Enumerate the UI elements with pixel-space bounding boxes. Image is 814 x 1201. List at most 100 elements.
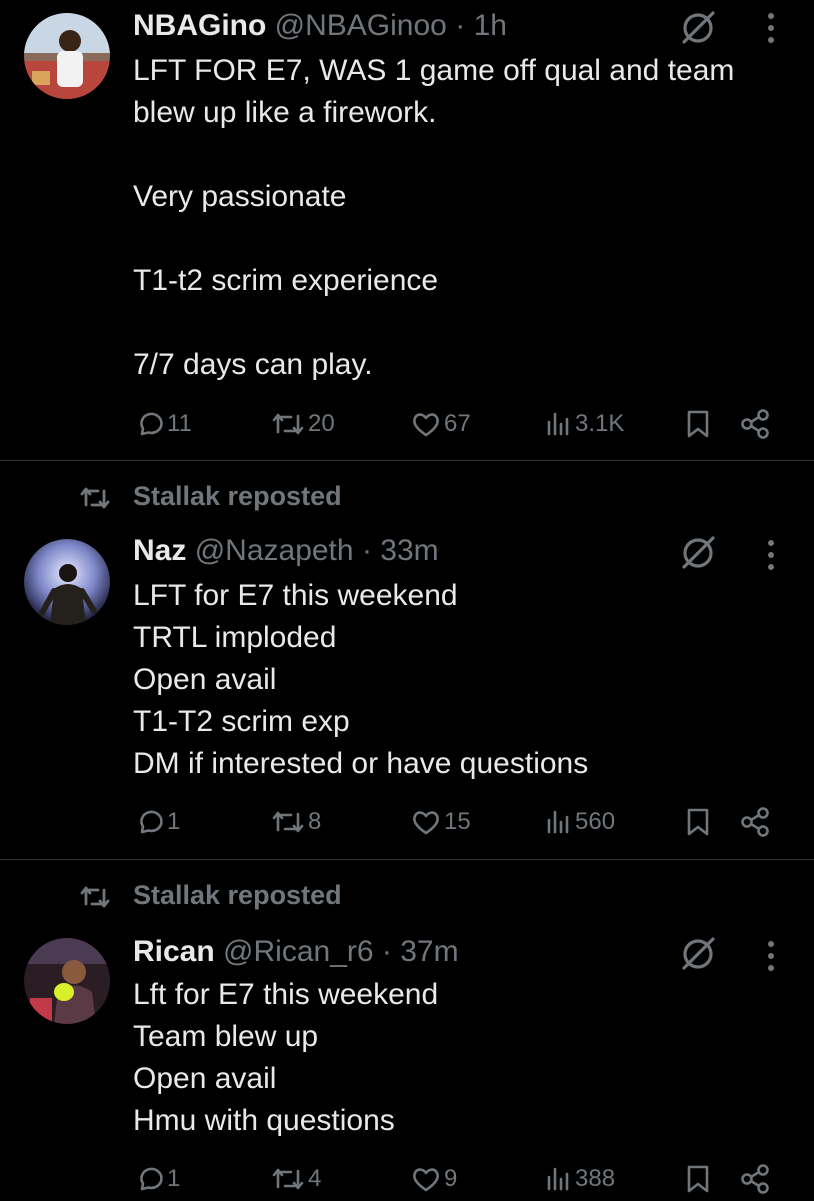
repost-context: Stallak reposted [0,477,814,517]
tweet-line: T1-t2 scrim experience [133,264,439,297]
reply-count: 1 [167,1165,181,1192]
views-icon [547,1167,569,1191]
tweet-line: Very passionate [133,180,347,213]
tweet-line: Hmu with questions [133,1104,395,1137]
repost-context: Stallak reposted [0,876,814,916]
tweet-line: LFT for E7 this weekend [133,579,458,612]
repost-icon [272,811,304,833]
reply-button[interactable]: 11 [133,402,192,446]
repost-icon [80,487,110,509]
heart-icon [413,413,439,437]
share-icon [741,807,769,837]
tweet-line [133,134,783,176]
timestamp[interactable]: 37m [400,935,458,968]
more-icon[interactable] [754,8,788,48]
views-button[interactable]: 560 [545,800,615,844]
more-icon[interactable] [754,936,788,976]
heart-icon [413,811,439,835]
like-button[interactable]: 15 [410,800,471,844]
bookmark-button[interactable] [684,1157,712,1201]
like-button[interactable]: 9 [410,1157,457,1201]
tweet-2[interactable]: Stallak reposted Naz @Nazapeth · 33m LFT… [0,461,814,859]
avatar[interactable] [24,13,110,99]
grok-icon[interactable] [676,8,722,48]
views-button[interactable]: 388 [545,1157,615,1201]
reply-count: 11 [167,410,192,437]
repost-button[interactable]: 4 [270,1157,321,1201]
action-bar: 1 8 15 560 [0,800,814,844]
views-button[interactable]: 3.1K [545,402,624,446]
repost-button[interactable]: 20 [270,402,335,446]
tweet-line: DM if interested or have questions [133,747,589,780]
display-name[interactable]: Rican [133,935,215,968]
like-button[interactable]: 67 [410,402,471,446]
avatar[interactable] [24,938,110,1024]
repost-icon [272,413,304,435]
reposted-by[interactable]: Stallak reposted [133,481,342,512]
reply-icon [140,810,163,834]
tweet-line: LFT FOR E7, WAS 1 game off qual and team [133,54,735,87]
tweet-text: Lft for E7 this weekend Team blew up Ope… [133,974,783,1142]
tweet-text: LFT FOR E7, WAS 1 game off qual and team… [133,50,783,386]
timestamp[interactable]: 1h [474,9,507,42]
view-count: 3.1K [575,410,625,437]
grok-icon[interactable] [676,934,722,974]
separator: · [361,534,372,567]
tweet-line: Open avail [133,663,277,696]
tweet-line: 7/7 days can play. [133,348,373,381]
repost-count: 8 [308,808,322,835]
tweet-header: Naz @Nazapeth · 33m [133,531,439,571]
reply-button[interactable]: 1 [133,1157,180,1201]
user-handle[interactable]: @Rican_r6 [223,935,374,968]
separator: · [455,9,466,42]
tweet-1[interactable]: NBAGino @NBAGinoo · 1h LFT FOR E7, WAS 1… [0,0,814,460]
view-count: 560 [575,808,616,835]
bookmark-button[interactable] [684,800,712,844]
action-bar: 11 20 67 3.1K [0,402,814,446]
repost-icon [272,1168,304,1190]
share-icon [741,1164,769,1194]
tweet-line [133,218,783,260]
tweet-line: Team blew up [133,1020,319,1053]
grok-icon[interactable] [676,533,722,573]
display-name[interactable]: Naz [133,534,186,567]
tweet-3[interactable]: Stallak reposted Rican @Rican_r6 · 37m L… [0,860,814,1200]
action-bar: 1 4 9 388 [0,1157,814,1201]
like-count: 67 [444,410,471,437]
tweet-header: NBAGino @NBAGinoo · 1h [133,6,507,46]
tweet-line: Open avail [133,1062,277,1095]
tweet-header: Rican @Rican_r6 · 37m [133,932,459,972]
timestamp[interactable]: 33m [380,534,438,567]
share-button[interactable] [738,1157,772,1201]
bookmark-icon [687,1165,709,1193]
reply-button[interactable]: 1 [133,800,180,844]
repost-icon [80,886,110,908]
view-count: 388 [575,1165,616,1192]
user-handle[interactable]: @NBAGinoo [275,9,447,42]
share-button[interactable] [738,402,772,446]
tweet-text: LFT for E7 this weekend TRTL imploded Op… [133,575,783,785]
repost-count: 20 [308,410,335,437]
bookmark-button[interactable] [684,402,712,446]
views-icon [547,810,569,834]
more-icon[interactable] [754,535,788,575]
separator: · [381,935,392,968]
tweet-line: TRTL imploded [133,621,337,654]
reply-count: 1 [167,808,181,835]
bookmark-icon [687,808,709,836]
share-icon [741,409,769,439]
repost-count: 4 [308,1165,322,1192]
repost-button[interactable]: 8 [270,800,321,844]
avatar[interactable] [24,539,110,625]
tweet-line [133,302,783,344]
heart-icon [413,1168,439,1192]
like-count: 15 [444,808,471,835]
reposted-by[interactable]: Stallak reposted [133,880,342,911]
bookmark-icon [687,410,709,438]
display-name[interactable]: NBAGino [133,9,266,42]
share-button[interactable] [738,800,772,844]
user-handle[interactable]: @Nazapeth [195,534,354,567]
tweet-line: T1-T2 scrim exp [133,705,350,738]
reply-icon [140,1167,163,1191]
tweet-line: Lft for E7 this weekend [133,978,439,1011]
